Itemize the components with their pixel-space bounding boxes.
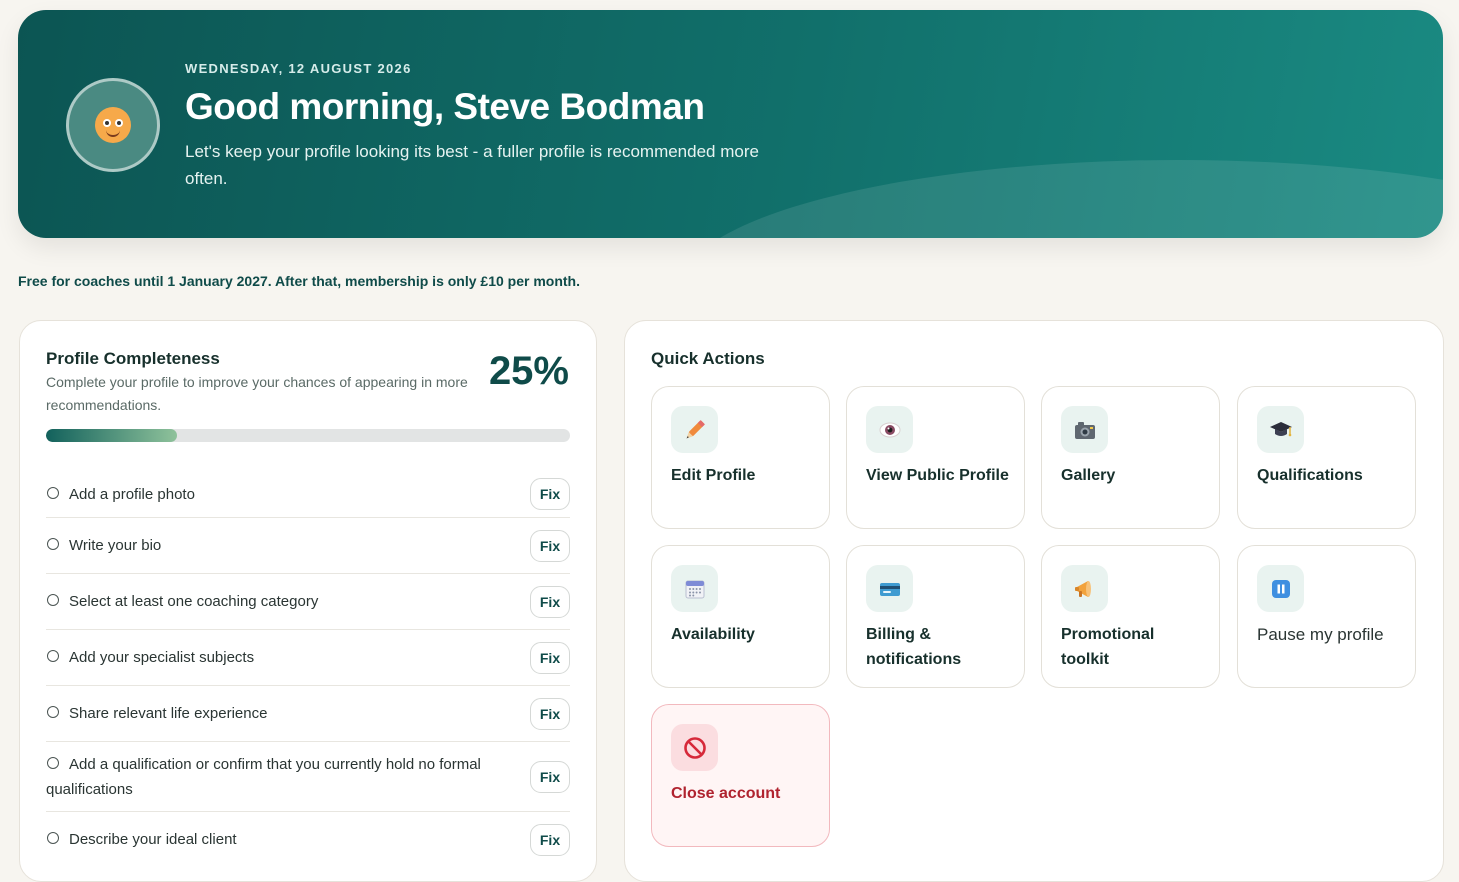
quick-actions-title: Quick Actions [651, 349, 765, 368]
task-label: Select at least one coaching category [69, 593, 319, 610]
task-label: Describe your ideal client [69, 831, 237, 848]
completeness-progress-fill [46, 429, 177, 442]
fix-button[interactable]: Fix [530, 823, 570, 856]
smiling-face-icon [95, 107, 131, 143]
quick-actions-card: Quick Actions Edit Profile View Public P… [624, 320, 1444, 882]
task-row: Share relevant life experience Fix [46, 686, 570, 742]
tile-label: Qualifications [1257, 467, 1363, 484]
billing-notifications-tile[interactable]: Billing & notifications [846, 545, 1025, 688]
task-row: Select at least one coaching category Fi… [46, 574, 570, 630]
unchecked-circle-icon [47, 650, 59, 663]
tile-label: View Public Profile [866, 467, 1009, 484]
prohibited-icon [671, 724, 718, 771]
task-label: Add a qualification or confirm that you … [46, 755, 481, 798]
completeness-progress-bar [46, 429, 570, 442]
task-label: Add your specialist subjects [69, 649, 255, 666]
fix-button[interactable]: Fix [530, 760, 570, 793]
fix-button[interactable]: Fix [530, 478, 570, 510]
gallery-tile[interactable]: Gallery [1041, 386, 1220, 529]
unchecked-circle-icon [47, 832, 59, 845]
profile-completeness-description: Complete your profile to improve your ch… [46, 374, 468, 413]
profile-completeness-title: Profile Completeness [46, 349, 220, 368]
close-account-tile[interactable]: Close account [651, 704, 830, 847]
calendar-icon [671, 565, 718, 612]
fix-button[interactable]: Fix [530, 697, 570, 730]
fix-button[interactable]: Fix [530, 641, 570, 674]
qualifications-tile[interactable]: Qualifications [1237, 386, 1416, 529]
pencil-icon [671, 406, 718, 453]
eye-icon [866, 406, 913, 453]
unchecked-circle-icon [47, 538, 59, 551]
task-row: Add a profile photo Fix [46, 471, 570, 518]
availability-tile[interactable]: Availability [651, 545, 830, 688]
camera-icon [1061, 406, 1108, 453]
unchecked-circle-icon [47, 756, 59, 769]
task-label: Write your bio [69, 537, 162, 554]
welcome-banner: WEDNESDAY, 12 AUGUST 2026 Good morning, … [18, 10, 1443, 238]
banner-decoration [678, 160, 1443, 238]
greeting-title: Good morning, Steve Bodman [185, 86, 705, 127]
avatar[interactable] [66, 78, 160, 172]
tile-label: Gallery [1061, 467, 1116, 484]
promotional-toolkit-tile[interactable]: Promotional toolkit [1041, 545, 1220, 688]
task-row: Add a qualification or confirm that you … [46, 742, 570, 812]
megaphone-icon [1061, 565, 1108, 612]
fix-button[interactable]: Fix [530, 585, 570, 618]
fix-button[interactable]: Fix [530, 529, 570, 562]
tile-label: Availability [671, 626, 755, 643]
unchecked-circle-icon [47, 706, 59, 719]
unchecked-circle-icon [47, 594, 59, 607]
credit-card-icon [866, 565, 913, 612]
completeness-percent: 25% [488, 349, 569, 393]
membership-notice: Free for coaches until 1 January 2027. A… [18, 273, 580, 289]
pause-profile-tile[interactable]: Pause my profile [1237, 545, 1416, 688]
current-date: WEDNESDAY, 12 AUGUST 2026 [185, 61, 412, 76]
task-label: Add a profile photo [69, 485, 195, 503]
task-row: Describe your ideal client Fix [46, 812, 570, 867]
task-label: Share relevant life experience [69, 705, 268, 722]
tile-label: Pause my profile [1257, 625, 1384, 644]
tile-label: Billing & notifications [866, 626, 962, 668]
edit-profile-tile[interactable]: Edit Profile [651, 386, 830, 529]
task-row: Write your bio Fix [46, 518, 570, 574]
unchecked-circle-icon [47, 486, 59, 499]
task-row: Add your specialist subjects Fix [46, 630, 570, 686]
pause-icon [1257, 565, 1304, 612]
greeting-subtitle: Let's keep your profile looking its best… [185, 142, 759, 188]
tile-label: Close account [671, 785, 781, 802]
profile-completeness-card: Profile Completeness Complete your profi… [19, 320, 597, 882]
tile-label: Promotional toolkit [1061, 626, 1155, 668]
view-public-profile-tile[interactable]: View Public Profile [846, 386, 1025, 529]
tile-label: Edit Profile [671, 467, 756, 484]
graduation-cap-icon [1257, 406, 1304, 453]
